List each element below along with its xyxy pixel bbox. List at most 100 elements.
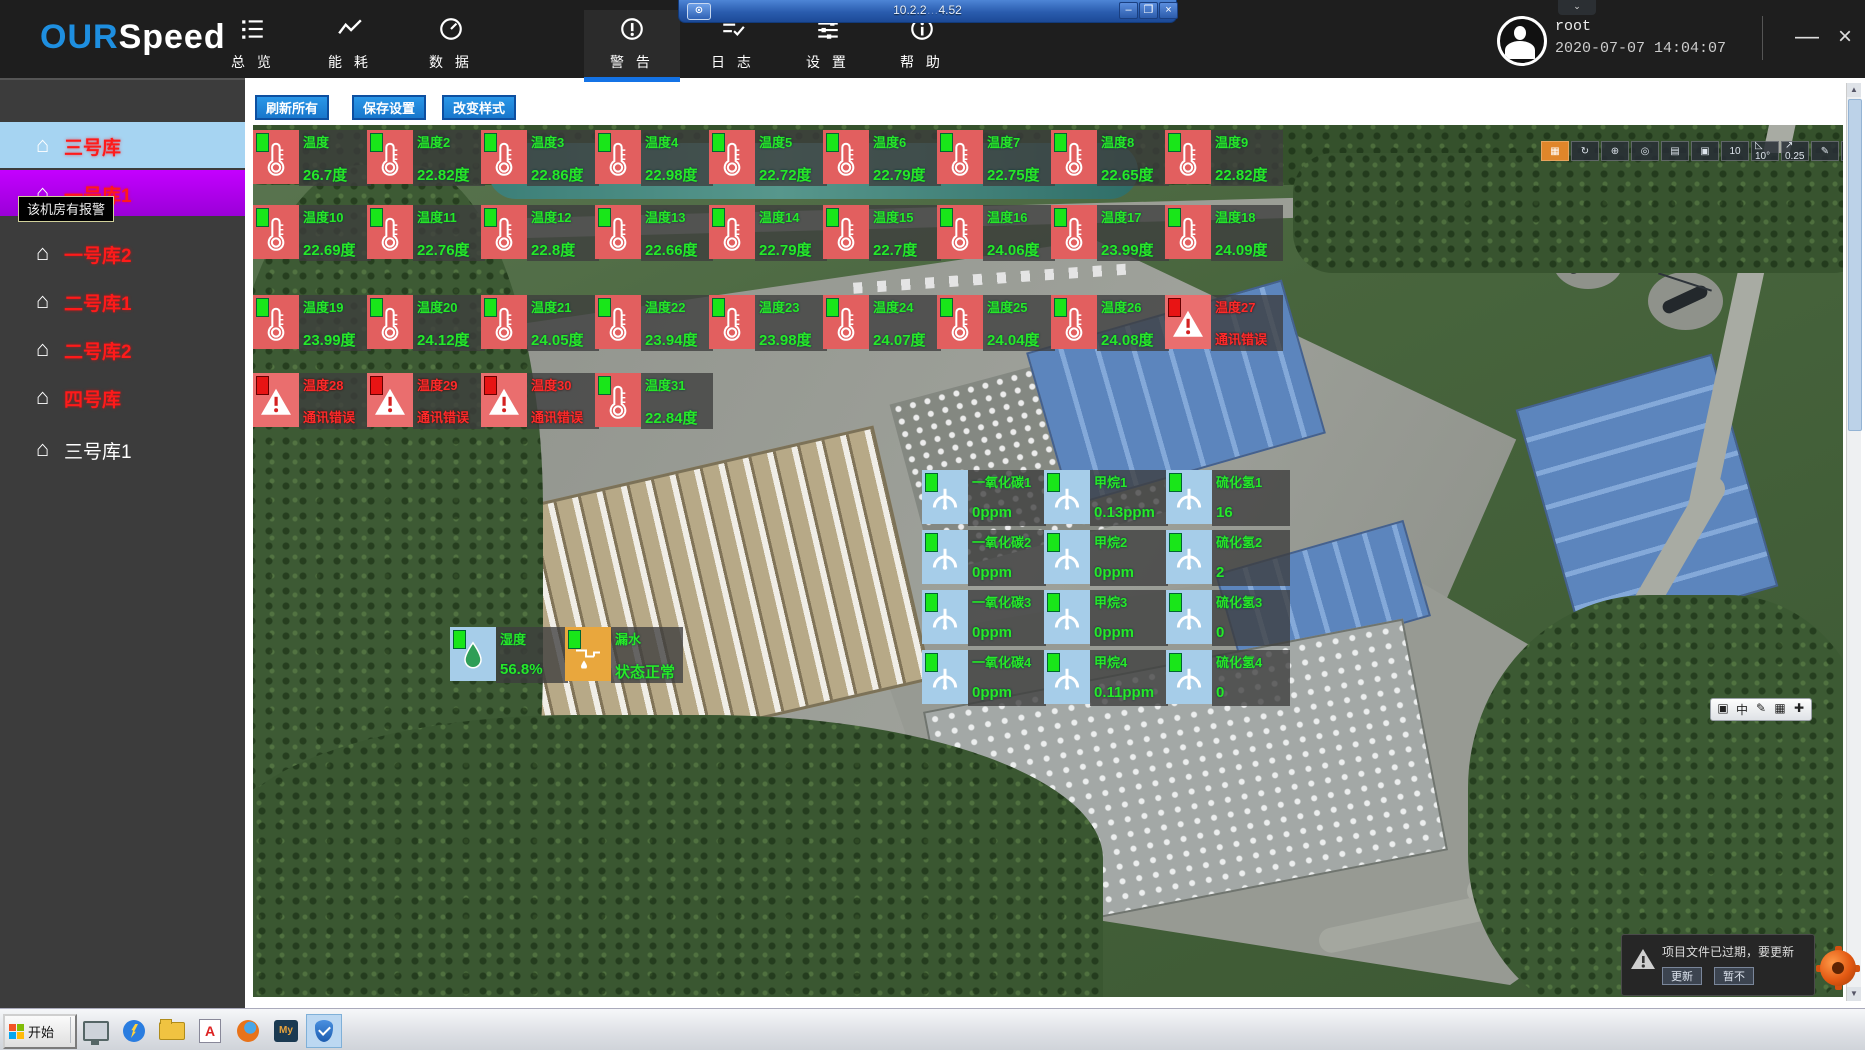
sidebar-item-6[interactable]: ⌂四号库 bbox=[0, 374, 245, 420]
update-button[interactable]: 更新 bbox=[1662, 967, 1702, 985]
vertical-scrollbar[interactable]: ▲ ▼ bbox=[1846, 83, 1861, 1001]
nav-item-overview[interactable]: 总 览 bbox=[205, 10, 301, 78]
temperature-sensor-tile[interactable]: 温度922.82度 bbox=[1165, 130, 1283, 186]
sensor-label: 甲烷4 bbox=[1094, 652, 1166, 671]
nav-item-alerts[interactable]: 警 告 bbox=[584, 10, 680, 78]
gas-sensor-tile[interactable]: 一氧化碳40ppm bbox=[922, 650, 1046, 706]
temperature-sensor-tile[interactable]: 温度1122.76度 bbox=[367, 205, 485, 261]
save-settings-button[interactable]: 保存设置 bbox=[352, 95, 426, 120]
sidebar-item-4[interactable]: ⌂二号库1 bbox=[0, 278, 245, 324]
quick-launch-messenger-icon[interactable] bbox=[116, 1014, 152, 1048]
refresh-all-button[interactable]: 刷新所有 bbox=[255, 95, 329, 120]
temperature-sensor-tile[interactable]: 温度1222.8度 bbox=[481, 205, 599, 261]
home-icon: ⌂ bbox=[36, 132, 49, 158]
temperature-sensor-tile[interactable]: 温度322.86度 bbox=[481, 130, 599, 186]
sidebar-item-7[interactable]: ⌂三号库1 bbox=[0, 426, 245, 472]
app-close-button[interactable]: × bbox=[1838, 22, 1852, 52]
temperature-sensor-tile[interactable]: 温度29通讯错误 bbox=[367, 373, 485, 429]
quick-launch-shield-icon[interactable] bbox=[306, 1014, 342, 1048]
quick-launch-mysql-icon[interactable]: My bbox=[268, 1014, 304, 1048]
change-style-button[interactable]: 改变样式 bbox=[442, 95, 516, 120]
temperature-sensor-tile[interactable]: 温度2524.04度 bbox=[937, 295, 1055, 351]
temperature-sensor-tile[interactable]: 温度27通讯错误 bbox=[1165, 295, 1283, 351]
tools-icon[interactable]: ✚ bbox=[1791, 701, 1807, 718]
frame-icon[interactable]: ▣ bbox=[1691, 141, 1719, 161]
quick-launch-browser-icon[interactable] bbox=[230, 1014, 266, 1048]
temperature-sensor-tile[interactable]: 温度1522.7度 bbox=[823, 205, 941, 261]
zoom-icon[interactable]: ⊕ bbox=[1601, 141, 1629, 161]
windows-logo-icon bbox=[9, 1024, 24, 1039]
sidebar-item-3[interactable]: ⌂一号库2 bbox=[0, 230, 245, 276]
user-avatar-icon[interactable] bbox=[1497, 16, 1547, 66]
scene-forest-bottom bbox=[253, 715, 1103, 997]
scroll-up-arrow[interactable]: ▲ bbox=[1847, 83, 1861, 97]
chevron-down-icon[interactable]: ⌄ bbox=[1558, 0, 1596, 15]
rotate-icon[interactable]: ↻ bbox=[1571, 141, 1599, 161]
temperature-sensor-tile[interactable]: 温度1723.99度 bbox=[1051, 205, 1169, 261]
temperature-sensor-tile[interactable]: 温度1022.69度 bbox=[253, 205, 371, 261]
angle-box[interactable]: ◺ 10° bbox=[1751, 141, 1779, 161]
temperature-sensor-tile[interactable]: 温度522.72度 bbox=[709, 130, 827, 186]
temperature-sensor-tile[interactable]: 温度222.82度 bbox=[367, 130, 485, 186]
temperature-sensor-tile[interactable]: 温度26.7度 bbox=[253, 130, 371, 186]
layers-icon[interactable]: ▤ bbox=[1661, 141, 1689, 161]
nav-item-data[interactable]: 数 据 bbox=[403, 10, 499, 78]
temperature-sensor-tile[interactable]: 温度2223.94度 bbox=[595, 295, 713, 351]
grid-icon[interactable]: ▦ bbox=[1541, 141, 1569, 161]
temperature-sensor-tile[interactable]: 温度2124.05度 bbox=[481, 295, 599, 351]
gas-sensor-tile[interactable]: 一氧化碳30ppm bbox=[922, 590, 1046, 646]
leak-sensor-tile[interactable]: 漏水状态正常 bbox=[565, 627, 683, 683]
dismiss-button[interactable]: 暂不 bbox=[1714, 967, 1754, 985]
humidity-sensor-tile[interactable]: 湿度56.8% bbox=[450, 627, 568, 683]
temperature-sensor-tile[interactable]: 温度3122.84度 bbox=[595, 373, 713, 429]
gas-sensor-tile[interactable]: 硫化氢22 bbox=[1166, 530, 1290, 586]
gas-sensor-tile[interactable]: 硫化氢116 bbox=[1166, 470, 1290, 526]
rdp-close-button[interactable]: × bbox=[1159, 2, 1178, 19]
rdp-minimize-button[interactable]: – bbox=[1119, 2, 1138, 19]
scale-box[interactable]: 10 bbox=[1721, 141, 1749, 161]
temperature-sensor-tile[interactable]: 温度28通讯错误 bbox=[253, 373, 371, 429]
vertical-scroll-thumb[interactable] bbox=[1848, 99, 1862, 431]
pen-input-icon[interactable]: ✎ bbox=[1753, 701, 1769, 718]
app-minimize-button[interactable]: — bbox=[1795, 22, 1819, 52]
temperature-sensor-tile[interactable]: 温度30通讯错误 bbox=[481, 373, 599, 429]
temperature-sensor-tile[interactable]: 温度1824.09度 bbox=[1165, 205, 1283, 261]
start-button[interactable]: 开始 bbox=[3, 1014, 77, 1049]
temperature-sensor-tile[interactable]: 温度2624.08度 bbox=[1051, 295, 1169, 351]
keyboard-icon[interactable]: ▦ bbox=[1772, 701, 1788, 718]
temperature-sensor-tile[interactable]: 温度1923.99度 bbox=[253, 295, 371, 351]
temperature-sensor-tile[interactable]: 温度722.75度 bbox=[937, 130, 1055, 186]
gas-sensor-tile[interactable]: 一氧化碳20ppm bbox=[922, 530, 1046, 586]
quick-launch-desktop-icon[interactable] bbox=[78, 1014, 114, 1048]
sidebar-item-1[interactable]: ⌂三号库 bbox=[0, 122, 245, 168]
rdp-restore-button[interactable]: ❐ bbox=[1139, 2, 1158, 19]
target-icon[interactable]: ◎ bbox=[1631, 141, 1659, 161]
gas-sensor-tile[interactable]: 甲烷10.13ppm bbox=[1044, 470, 1168, 526]
gas-sensor-tile[interactable]: 甲烷40.11ppm bbox=[1044, 650, 1168, 706]
gas-sensor-tile[interactable]: 硫化氢40 bbox=[1166, 650, 1290, 706]
quick-launch-explorer-icon[interactable] bbox=[154, 1014, 190, 1048]
gas-sensor-tile[interactable]: 甲烷30ppm bbox=[1044, 590, 1168, 646]
gas-sensor-tile[interactable]: 甲烷20ppm bbox=[1044, 530, 1168, 586]
gas-sensor-tile[interactable]: 硫化氢30 bbox=[1166, 590, 1290, 646]
ime-icon[interactable]: ▣ bbox=[1715, 701, 1731, 718]
nav-item-energy[interactable]: 能 耗 bbox=[302, 10, 398, 78]
temperature-sensor-tile[interactable]: 温度1322.66度 bbox=[595, 205, 713, 261]
temperature-sensor-tile[interactable]: 温度2323.98度 bbox=[709, 295, 827, 351]
pen-icon[interactable]: ✎ bbox=[1811, 141, 1839, 161]
temperature-sensor-tile[interactable]: 温度2024.12度 bbox=[367, 295, 485, 351]
temperature-sensor-tile[interactable]: 温度822.65度 bbox=[1051, 130, 1169, 186]
temperature-sensor-tile[interactable]: 温度622.79度 bbox=[823, 130, 941, 186]
chinese-input-indicator[interactable]: 中 bbox=[1734, 701, 1750, 718]
step-box[interactable]: ↗ 0.25 bbox=[1781, 141, 1809, 161]
temperature-sensor-tile[interactable]: 温度1422.79度 bbox=[709, 205, 827, 261]
quick-launch-editor-icon[interactable]: A bbox=[192, 1014, 228, 1048]
temperature-sensor-tile[interactable]: 温度1624.06度 bbox=[937, 205, 1055, 261]
gear-icon[interactable] bbox=[1816, 946, 1860, 990]
rdp-title: 10.2.2…4.52 bbox=[679, 3, 1176, 17]
capture-icon[interactable]: ⛶ bbox=[1841, 141, 1843, 161]
gas-sensor-tile[interactable]: 一氧化碳10ppm bbox=[922, 470, 1046, 526]
temperature-sensor-tile[interactable]: 温度2424.07度 bbox=[823, 295, 941, 351]
temperature-sensor-tile[interactable]: 温度422.98度 bbox=[595, 130, 713, 186]
sidebar-item-5[interactable]: ⌂二号库2 bbox=[0, 326, 245, 372]
